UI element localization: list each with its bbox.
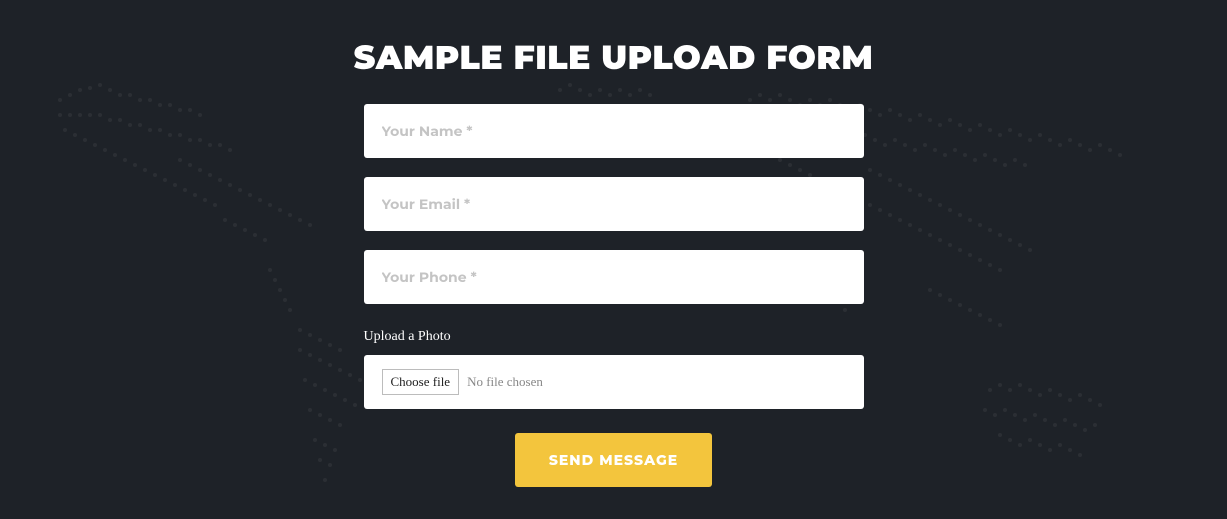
page-title: SAMPLE FILE UPLOAD FORM: [354, 38, 874, 78]
upload-label: Upload a Photo: [364, 329, 864, 345]
file-input-row: Choose file No file chosen: [364, 355, 864, 409]
upload-form: Upload a Photo Choose file No file chose…: [364, 104, 864, 487]
form-container: SAMPLE FILE UPLOAD FORM Upload a Photo C…: [0, 0, 1227, 487]
no-file-text: No file chosen: [467, 374, 543, 390]
email-input[interactable]: [364, 177, 864, 231]
choose-file-button[interactable]: Choose file: [382, 369, 460, 395]
name-input[interactable]: [364, 104, 864, 158]
send-message-button[interactable]: SEND MESSAGE: [515, 433, 712, 487]
phone-input[interactable]: [364, 250, 864, 304]
